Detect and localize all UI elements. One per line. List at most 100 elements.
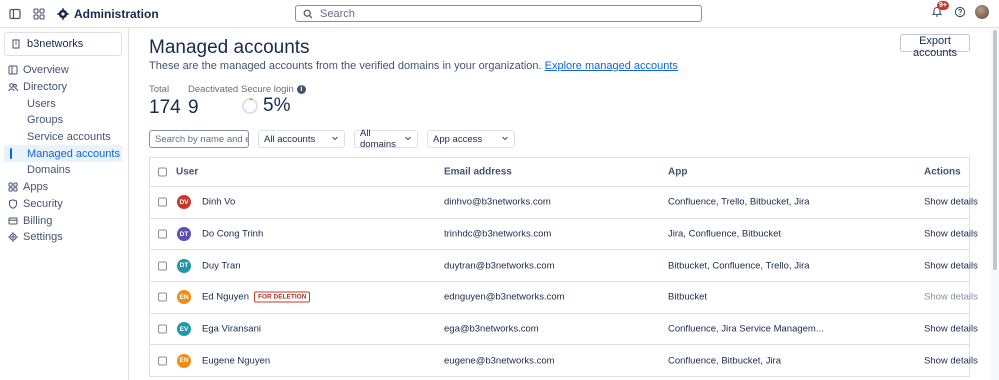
profile-avatar[interactable] [975,5,989,19]
filter-bar: All accounts All domains App access [149,128,515,150]
row-checkbox[interactable] [158,261,167,271]
row-checkbox[interactable] [158,197,167,207]
table-header: User Email address App Actions [150,158,969,187]
user-cell: Dinh Vo [202,197,235,208]
top-navigation-bar: Administration 9+ [0,0,999,28]
sidebar-item-label: Service accounts [27,131,111,144]
explore-managed-accounts-link[interactable]: Explore managed accounts [545,60,678,72]
sidebar-item-label: Overview [23,64,69,77]
export-accounts-button[interactable]: Export accounts [900,34,970,59]
scrollbar-thumb[interactable] [993,30,997,270]
app-title: Administration [74,7,159,21]
user-avatar: DT [177,227,191,242]
stat-total: Total 174 [149,84,181,119]
email-cell: trinhdc@b3networks.com [444,228,552,240]
stat-deactivated: Deactivated 9 [188,84,238,119]
sidebar: b3networks Overview Directory Users Grou… [0,28,129,380]
chevron-down-icon [331,134,339,145]
table-row: DT Do Cong Trinh trinhdc@b3networks.com Jir… [150,219,978,251]
site-name: b3networks [27,38,84,50]
info-icon[interactable]: i [296,85,306,94]
sidebar-item-groups[interactable]: Groups [0,112,129,129]
page-scrollbar[interactable] [991,28,999,380]
admin-gear-icon [56,7,70,21]
notifications-button[interactable]: 9+ [931,1,949,19]
sidebar-item-label: Groups [27,114,64,127]
top-right-group: 9+ [931,1,989,19]
global-search[interactable] [295,5,702,22]
email-cell: duytran@b3networks.com [444,260,555,272]
page-title: Managed accounts [149,37,310,58]
stat-label: Deactivated [188,84,239,95]
admin-home-link[interactable]: Administration [56,7,159,21]
user-search-input[interactable] [149,130,249,148]
show-details-link[interactable]: Show details [924,229,978,240]
user-name[interactable]: Ega Viransani [202,324,261,335]
show-details-link[interactable]: Show details [924,355,978,366]
user-cell: Eugene Nguyen [202,355,270,366]
app-access-filter-select[interactable]: App access [427,130,515,148]
sidebar-item-security[interactable]: Security [0,196,129,213]
show-details-link[interactable]: Show details [924,260,978,271]
select-all-checkbox[interactable] [158,167,167,177]
chevron-down-icon [501,134,509,145]
accounts-filter-select[interactable]: All accounts [258,130,345,148]
sidebar-nav: Overview Directory Users Groups Service … [0,62,129,246]
sidebar-item-overview[interactable]: Overview [0,62,129,79]
sidebar-item-directory[interactable]: Directory [0,79,129,96]
sidebar-item-settings[interactable]: Settings [0,229,129,246]
app-switcher-icon[interactable] [32,7,46,21]
sidebar-item-label: Users [27,97,56,110]
row-checkbox[interactable] [158,229,167,239]
building-icon [11,39,21,49]
sidebar-item-users[interactable]: Users [0,95,129,112]
help-icon[interactable] [953,5,967,19]
row-checkbox[interactable] [158,292,167,302]
column-header-app[interactable]: App [668,167,687,178]
apps-icon [8,182,18,192]
row-checkbox[interactable] [158,324,167,334]
app-cell: Bitbucket [668,291,708,303]
user-cell: Do Cong Trinh [202,229,263,240]
table-body: DV Dinh Vo dinhvo@b3networks.com Confluence… [150,187,978,378]
email-cell: eugene@b3networks.com [444,355,555,367]
table-row: EN Eugene Nguyen eugene@b3networks.com Conf… [150,345,978,378]
sidebar-item-billing[interactable]: Billing [0,212,129,229]
column-header-user[interactable]: User [176,167,198,178]
column-header-email[interactable]: Email address [444,167,512,178]
user-name[interactable]: Do Cong Trinh [202,229,263,240]
sidebar-item-service-accounts[interactable]: Service accounts [0,129,129,146]
stat-value: 174 [149,97,181,118]
user-avatar: EN [177,353,191,368]
sidebar-item-label: Settings [23,231,63,244]
select-value: All accounts [264,133,316,145]
email-cell: dinhvo@b3networks.com [444,196,551,208]
row-checkbox[interactable] [158,356,167,366]
domains-filter-select[interactable]: All domains [354,128,418,150]
app-cell: Confluence, Bitbucket, Jira [668,355,782,367]
user-name[interactable]: Eugene Nguyen [202,355,270,366]
show-details-link[interactable]: Show details [924,324,978,335]
secure-login-row: 5% [241,95,306,117]
sidebar-item-managed-accounts[interactable]: Managed accounts [4,145,122,163]
user-avatar: DV [177,195,191,210]
user-name[interactable]: Ed Nguyen [202,292,249,303]
page-description: These are the managed accounts from the … [149,60,678,72]
user-name[interactable]: Dinh Vo [202,197,235,208]
sidebar-item-label: Billing [23,214,53,227]
global-search-input[interactable] [320,7,700,20]
column-header-actions: Actions [924,166,961,178]
user-cell: Ega Viransani [202,324,261,335]
sidebar-item-label: Apps [23,181,49,194]
user-name[interactable]: Duy Tran [202,260,241,271]
show-details-link[interactable]: Show details [924,197,978,208]
sidebar-item-apps[interactable]: Apps [0,179,129,196]
app-cell: Jira, Confluence, Bitbucket [668,228,782,240]
sidebar-toggle-icon[interactable] [8,7,22,21]
site-switcher[interactable]: b3networks [4,32,122,56]
stat-label: Total [149,84,170,95]
show-details-link[interactable]: Show details [924,292,978,303]
user-avatar: DT [177,258,191,273]
sidebar-item-domains[interactable]: Domains [0,162,129,179]
chevron-down-icon [404,134,412,145]
